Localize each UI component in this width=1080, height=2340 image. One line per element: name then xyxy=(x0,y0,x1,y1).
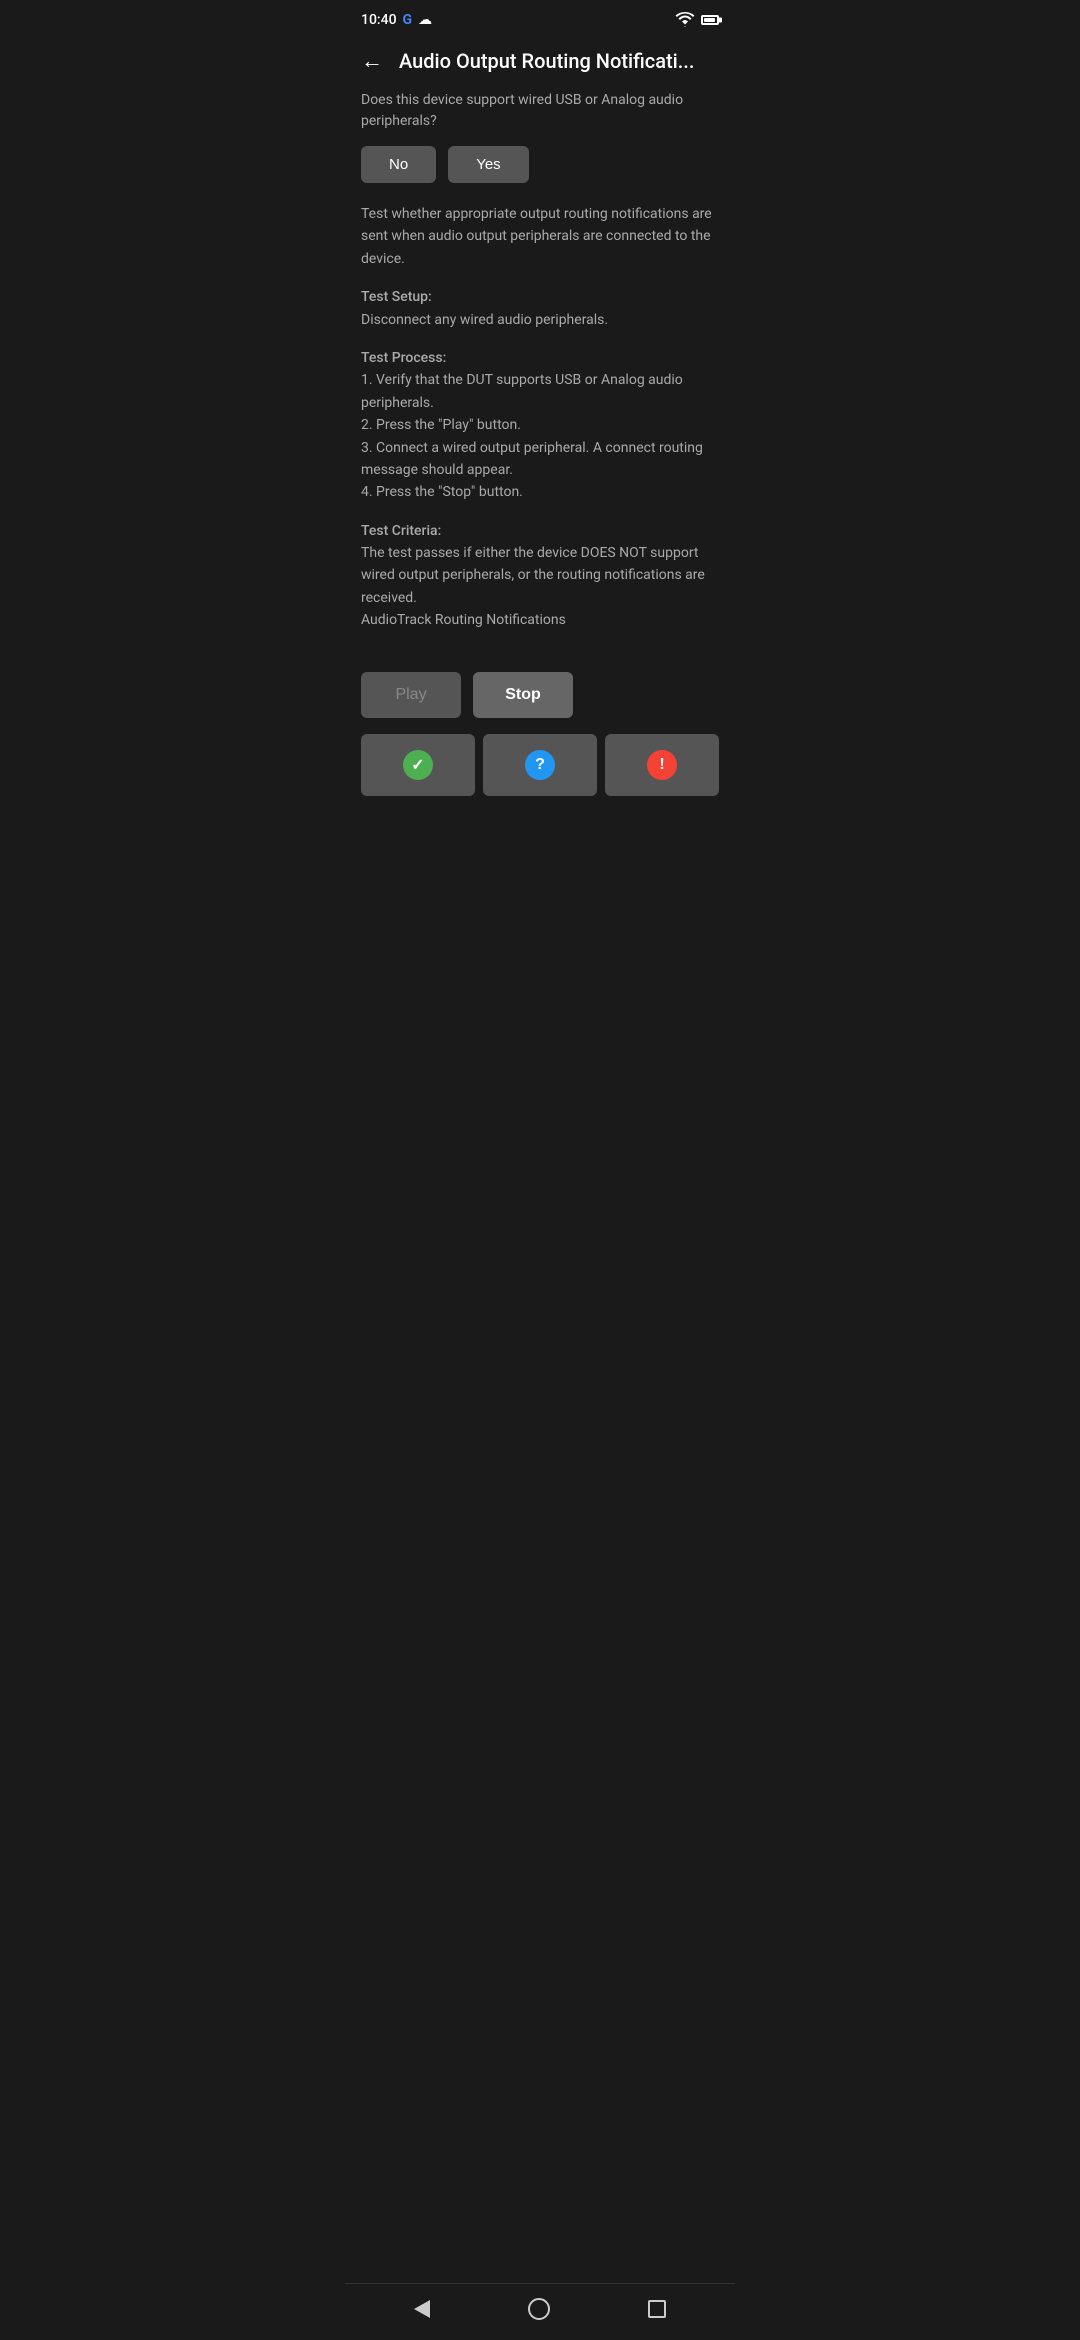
no-button[interactable]: No xyxy=(361,146,436,183)
nav-recents-button[interactable] xyxy=(648,2300,666,2318)
google-icon: G xyxy=(403,12,413,28)
status-right xyxy=(675,12,719,28)
wifi-icon xyxy=(675,12,695,28)
fail-button[interactable]: ! xyxy=(605,734,719,796)
stop-button[interactable]: Stop xyxy=(473,672,573,718)
nav-bar xyxy=(345,2283,735,2340)
time-display: 10:40 xyxy=(361,12,397,28)
pass-button[interactable]: ✓ xyxy=(361,734,475,796)
nav-back-button[interactable] xyxy=(414,2300,430,2318)
question-text: Does this device support wired USB or An… xyxy=(361,90,719,132)
result-buttons: ✓ ? ! xyxy=(361,734,719,796)
header: ← Audio Output Routing Notificati... xyxy=(345,36,735,90)
info-button[interactable]: ? xyxy=(483,734,597,796)
status-left: 10:40 G ☁ xyxy=(361,12,432,28)
info-icon: ? xyxy=(525,750,555,780)
test-process-section: Test Process: 1. Verify that the DUT sup… xyxy=(361,347,719,504)
test-criteria-label: Test Criteria: xyxy=(361,523,441,539)
pass-icon: ✓ xyxy=(403,750,433,780)
fail-icon: ! xyxy=(647,750,677,780)
play-stop-row: Play Stop xyxy=(361,672,719,718)
test-criteria-section: Test Criteria: The test passes if either… xyxy=(361,520,719,632)
test-setup-label: Test Setup: xyxy=(361,289,432,305)
yes-button[interactable]: Yes xyxy=(448,146,528,183)
status-bar: 10:40 G ☁ xyxy=(345,0,735,36)
test-setup-section: Test Setup: Disconnect any wired audio p… xyxy=(361,286,719,331)
main-content: Does this device support wired USB or An… xyxy=(345,90,735,632)
cloud-icon: ☁ xyxy=(418,12,432,28)
test-process-label: Test Process: xyxy=(361,350,446,366)
page-title: Audio Output Routing Notificati... xyxy=(399,49,719,73)
test-criteria-content: The test passes if either the device DOE… xyxy=(361,542,719,632)
play-button[interactable]: Play xyxy=(361,672,461,718)
test-process-steps: 1. Verify that the DUT supports USB or A… xyxy=(361,369,719,503)
test-setup-content: Disconnect any wired audio peripherals. xyxy=(361,309,719,331)
back-button[interactable]: ← xyxy=(361,48,383,74)
nav-home-button[interactable] xyxy=(528,2298,550,2320)
battery-icon xyxy=(701,15,719,25)
yes-no-buttons: No Yes xyxy=(361,146,719,183)
bottom-controls: Play Stop ✓ ? ! xyxy=(345,652,735,812)
description-text: Test whether appropriate output routing … xyxy=(361,203,719,270)
